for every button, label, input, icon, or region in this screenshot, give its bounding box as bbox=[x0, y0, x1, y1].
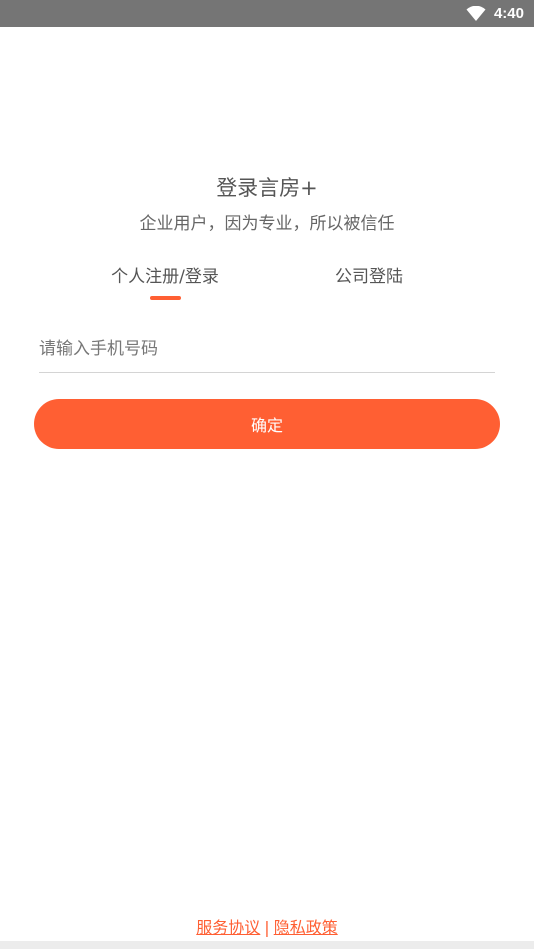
service-agreement-link[interactable]: 服务协议 bbox=[196, 918, 260, 937]
bottom-strip bbox=[0, 941, 534, 949]
input-underline bbox=[39, 372, 495, 373]
status-time: 4:40 bbox=[493, 5, 524, 22]
phone-number-input[interactable] bbox=[39, 330, 495, 368]
tab-personal-register-login[interactable]: 个人注册/登录 bbox=[90, 262, 240, 287]
privacy-policy-link[interactable]: 隐私政策 bbox=[274, 918, 338, 937]
confirm-button[interactable]: 确定 bbox=[34, 399, 500, 449]
wifi-icon bbox=[466, 5, 486, 22]
active-tab-indicator bbox=[150, 296, 181, 300]
footer-separator: | bbox=[264, 918, 270, 937]
tab-company-login[interactable]: 公司登陆 bbox=[294, 262, 444, 287]
page-title: 登录言房+ bbox=[216, 176, 318, 200]
footer-links: 服务协议 | 隐私政策 bbox=[0, 914, 534, 938]
page-subtitle: 企业用户，因为专业，所以被信任 bbox=[139, 214, 395, 234]
login-screen: 4:40 登录言房+ 企业用户，因为专业，所以被信任 个人注册/登录 公司登陆 … bbox=[0, 0, 534, 949]
status-bar: 4:40 bbox=[0, 0, 534, 27]
